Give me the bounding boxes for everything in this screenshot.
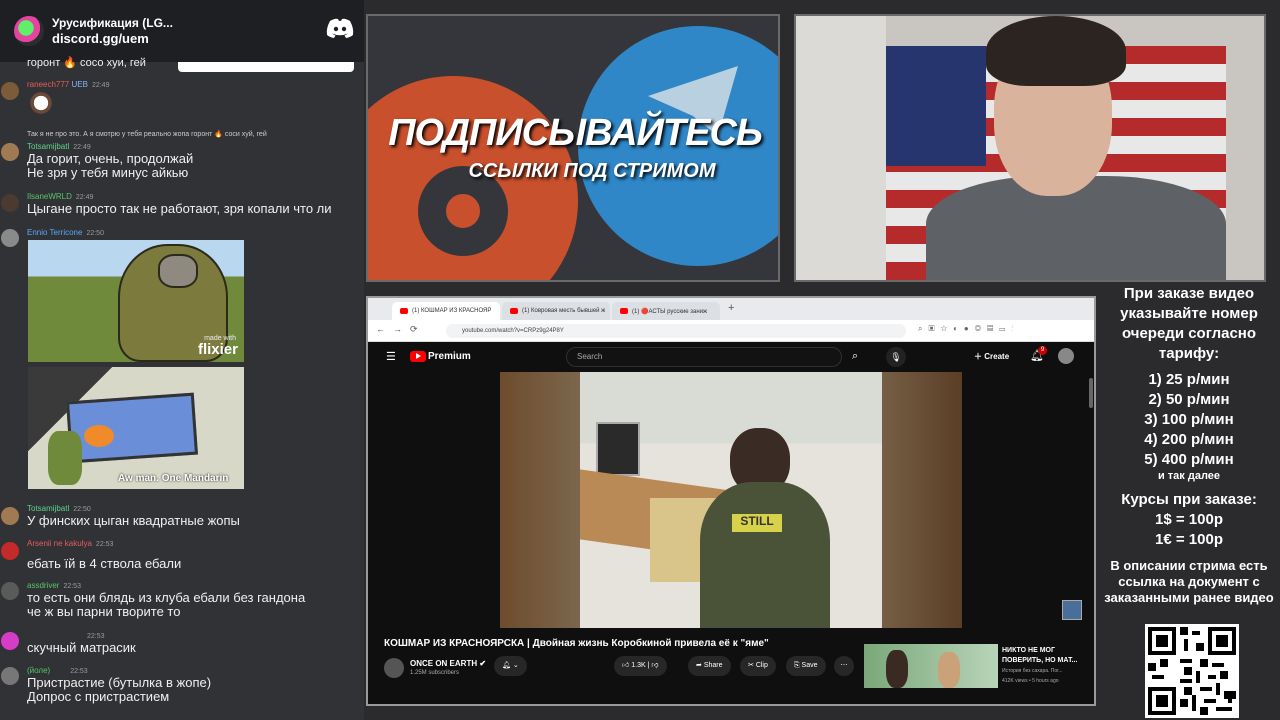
order-instruction: При заказе видео указывайте номер очеред…	[1120, 285, 1258, 362]
username[interactable]: Arsenii ne kakulya 22:53	[27, 539, 113, 550]
message-text: ебать їй в 4 ствола ебали	[27, 556, 182, 571]
rate-item: 5) 400 р/мин	[1144, 451, 1234, 468]
tab-kosmar[interactable]: (1) КОШМАР ИЗ КРАСНОЯР	[392, 302, 500, 320]
monitor-shape	[596, 422, 640, 476]
message-text: У финских цыган квадратные жопы	[27, 513, 240, 528]
extension-icons[interactable]: ⌕▣☆◐●◎▤▭⋮	[918, 324, 1019, 334]
message-text: Пристрастие (бутылка в жопе)	[27, 675, 212, 690]
rate-item: 2) 50 р/мин	[1148, 391, 1230, 408]
watermark-text: flixier	[197, 341, 238, 358]
reply-preview[interactable]: Так я не про это. А я смотрю у тебя реал…	[27, 130, 267, 138]
channel-avatar[interactable]	[384, 658, 404, 678]
more-actions-button[interactable]: ⋯	[834, 656, 854, 676]
message-text: че ж вы парни творите то	[27, 604, 181, 619]
message-text: Да горит, очень, продолжай	[27, 151, 194, 166]
qr-code[interactable]	[1145, 624, 1239, 718]
banner-subtitle: ССЫЛКИ ПОД СТРИМОМ	[468, 160, 716, 182]
scrollbar[interactable]	[1089, 378, 1093, 408]
invite-link[interactable]: discord.gg/uem	[52, 31, 173, 47]
chat-header: Урусификация (LG... discord.gg/uem	[0, 0, 364, 62]
message-text: горонт 🔥 сосо хуи, гей	[27, 57, 146, 69]
avatar	[1, 82, 19, 100]
meme-caption: Aw man. One Mandarin	[118, 473, 229, 484]
subscriber-count: 1.25M subscribers	[410, 670, 460, 676]
meme-image-bigfoot[interactable]: made with flixier	[28, 240, 244, 362]
banner-title: ПОДПИСЫВАЙТЕСЬ	[388, 112, 763, 154]
courses-title: Курсы при заказе:	[1121, 491, 1257, 508]
avatar	[1, 507, 19, 525]
recommended-thumbnail[interactable]	[864, 644, 998, 688]
tab-asty[interactable]: (1) 🔴АСТЫ русские заниж	[612, 302, 720, 320]
url-field[interactable]: youtube.com/watch?v=CRPz9g24P8Y	[446, 324, 906, 338]
rate-etc: и так далее	[1157, 470, 1221, 482]
recommended-channel: История без сахара. Пог...	[1002, 668, 1063, 674]
avatar	[1, 632, 19, 650]
avatar	[1, 143, 19, 161]
avatar	[1, 229, 19, 247]
subscribe-banner: ПОДПИСЫВАЙТЕСЬ ССЫЛКИ ПОД СТРИМОМ	[366, 14, 780, 282]
rate-item: 4) 200 р/мин	[1144, 431, 1234, 448]
nav-buttons[interactable]: ←→⟳	[376, 324, 426, 335]
save-button[interactable]: ⎘ Save	[786, 656, 826, 676]
rate-item: 1) 25 р/мин	[1148, 371, 1230, 388]
address-bar-row: ←→⟳ youtube.com/watch?v=CRPz9g24P8Y ⌕▣☆◐…	[368, 320, 1094, 342]
webcam-feed	[794, 14, 1266, 282]
username[interactable]: raneech777 UEB 22:49	[27, 80, 109, 91]
meme-image-mandarin[interactable]: Aw man. One Mandarin	[28, 367, 244, 489]
description-note: В описании стрима есть ссылка на докумен…	[1104, 558, 1274, 605]
tab-kovrovaya[interactable]: (1) Ковровая месть бывшей ж	[502, 302, 610, 320]
recommended-title[interactable]: НИКТО НЕ МОГ ПОВЕРИТЬ, НО МАТ...	[1002, 646, 1080, 666]
floating-input-fragment	[178, 62, 354, 72]
emoji-sticker	[27, 92, 55, 114]
avatar	[1, 194, 19, 212]
shirt-print: STILL	[732, 514, 782, 532]
create-button[interactable]: ＋ Create	[974, 351, 1009, 362]
search-icon[interactable]: ⌕	[852, 350, 858, 363]
message-text: то есть они блядь из клуба ебали без ган…	[27, 590, 306, 605]
avatar	[1, 667, 19, 685]
channel-name[interactable]: ONCE ON EARTH ✔	[410, 659, 486, 668]
microphone-icon[interactable]: 🎙	[886, 347, 906, 367]
server-name: Урусификация (LG...	[52, 16, 173, 30]
recommended-meta: 412K views • 5 hours ago	[1002, 678, 1059, 684]
new-tab-button[interactable]: +	[728, 302, 734, 314]
avatar	[1, 582, 19, 600]
server-icon	[14, 16, 44, 46]
menu-icon[interactable]: ☰	[386, 350, 396, 363]
course-item: 1€ = 100р	[1155, 531, 1223, 548]
youtube-header: ☰ Premium Search ⌕ 🎙 ＋ Create 🔔︎ 9	[368, 342, 1094, 372]
message-text: Цыгане просто так не работают, зря копал…	[27, 201, 332, 216]
message-text: Допрос с пристрастием	[27, 689, 170, 704]
discord-icon	[326, 18, 354, 38]
username[interactable]: Ennio Terricone 22:50	[27, 228, 104, 239]
subscribe-bell-button[interactable]: 🔔︎ ⌄	[494, 656, 527, 676]
tab-bar: (1) КОШМАР ИЗ КРАСНОЯР (1) Ковровая мест…	[368, 298, 1094, 320]
search-input[interactable]: Search	[566, 347, 842, 367]
youtube-premium-label[interactable]: Premium	[428, 351, 471, 362]
clip-button[interactable]: ✂ Clip	[740, 656, 776, 676]
person-shirt	[700, 482, 830, 628]
course-item: 1$ = 100р	[1155, 511, 1223, 528]
rate-item: 3) 100 р/мин	[1144, 411, 1234, 428]
video-title: КОШМАР ИЗ КРАСНОЯРСКА | Двойная жизнь Ко…	[384, 638, 769, 649]
message-text: Не зря у тебя минус айкью	[27, 165, 189, 180]
browser-window: (1) КОШМАР ИЗ КРАСНОЯР (1) Ковровая мест…	[366, 296, 1096, 706]
notification-badge: 9	[1038, 346, 1047, 355]
avatar	[1, 542, 19, 560]
share-button[interactable]: ➦ Share	[688, 656, 731, 676]
like-button[interactable]: 👍︎ 1.3K | 👎︎	[614, 656, 667, 676]
account-avatar[interactable]	[1058, 348, 1074, 364]
message-text: скучный матрасик	[27, 640, 136, 655]
channel-watermark[interactable]	[1062, 600, 1082, 620]
discord-chat-panel: Урусификация (LG... discord.gg/uem горон…	[0, 0, 364, 720]
video-player[interactable]: STILL	[500, 372, 962, 628]
